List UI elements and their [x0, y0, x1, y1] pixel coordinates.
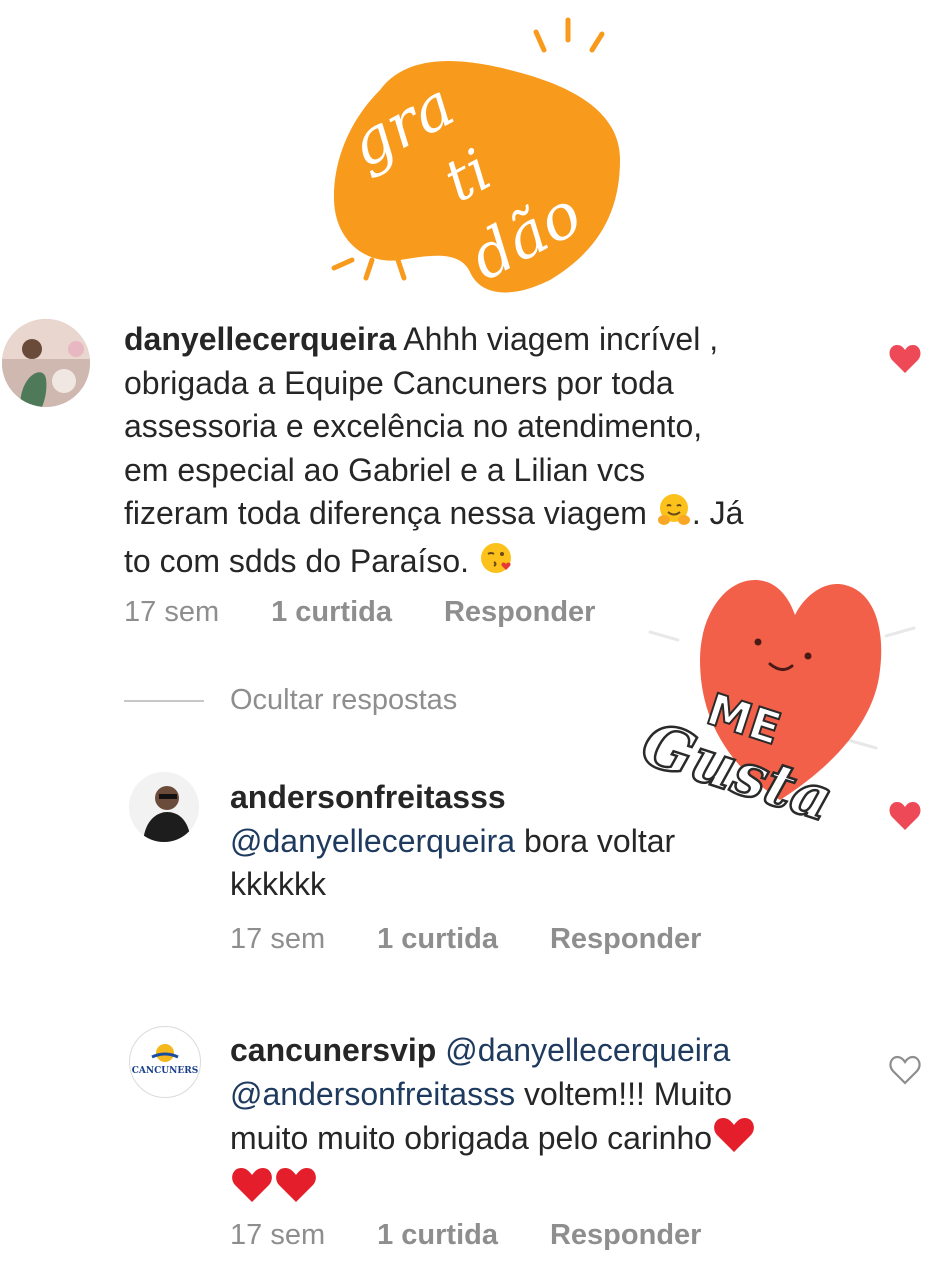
comment-3-reply-button[interactable]: Responder [550, 1219, 701, 1252]
comment-2-time: 17 sem [230, 923, 326, 955]
comment-1-username[interactable]: danyellecerqueira [124, 321, 396, 357]
comment-2-username[interactable]: andersonfreitasss [230, 779, 506, 815]
hide-replies-label: Ocultar respostas [230, 684, 458, 716]
comment-2-meta: 17 sem 1 curtida Responder [230, 923, 701, 956]
comment-3-time: 17 sem [230, 1219, 326, 1251]
avatar-andersonfreitasss[interactable] [129, 772, 199, 842]
comment-1-reply-button[interactable]: Responder [444, 596, 595, 629]
face-blowing-kiss-icon [478, 540, 516, 588]
like-heart-icon[interactable] [888, 800, 922, 832]
comment-2-likes[interactable]: 1 curtida [377, 923, 498, 956]
hugging-face-icon [656, 492, 692, 540]
hide-replies-divider [124, 699, 204, 702]
cancuners-logo-text: CANCUNERS [132, 1066, 198, 1076]
gratidao-sticker: gra ti dão [320, 10, 630, 310]
like-heart-outline-icon[interactable] [888, 1054, 922, 1086]
comment-3-likes[interactable]: 1 curtida [377, 1219, 498, 1252]
comment-3-meta: 17 sem 1 curtida Responder [230, 1219, 701, 1252]
red-heart-icon [712, 1116, 756, 1166]
comment-3-text: cancunersvip @danyellecerqueira @anderso… [230, 1029, 870, 1215]
comment-3-mention-2[interactable]: @andersonfreitasss [230, 1076, 515, 1112]
comment-1-meta: 17 sem 1 curtida Responder [124, 596, 595, 629]
comment-2-mention[interactable]: @danyellecerqueira [230, 823, 515, 859]
red-heart-icon [230, 1166, 274, 1216]
comment-3-username[interactable]: cancunersvip [230, 1032, 436, 1068]
comment-2-reply-button[interactable]: Responder [550, 923, 701, 956]
comment-1-text: danyellecerqueira Ahhh viagem incrível ,… [124, 318, 864, 587]
comment-3-mention-1[interactable]: @danyellecerqueira [445, 1032, 730, 1068]
hide-replies-button[interactable]: Ocultar respostas [124, 684, 457, 717]
avatar-cancunersvip[interactable]: CANCUNERS [129, 1026, 201, 1098]
comment-1-time: 17 sem [124, 596, 220, 628]
red-heart-icon [274, 1166, 318, 1216]
like-heart-icon[interactable] [888, 343, 922, 375]
comment-2-text: andersonfreitasss @danyellecerqueira bor… [230, 779, 676, 902]
avatar-danyellecerqueira[interactable] [2, 319, 90, 407]
comment-1-likes[interactable]: 1 curtida [271, 596, 392, 629]
